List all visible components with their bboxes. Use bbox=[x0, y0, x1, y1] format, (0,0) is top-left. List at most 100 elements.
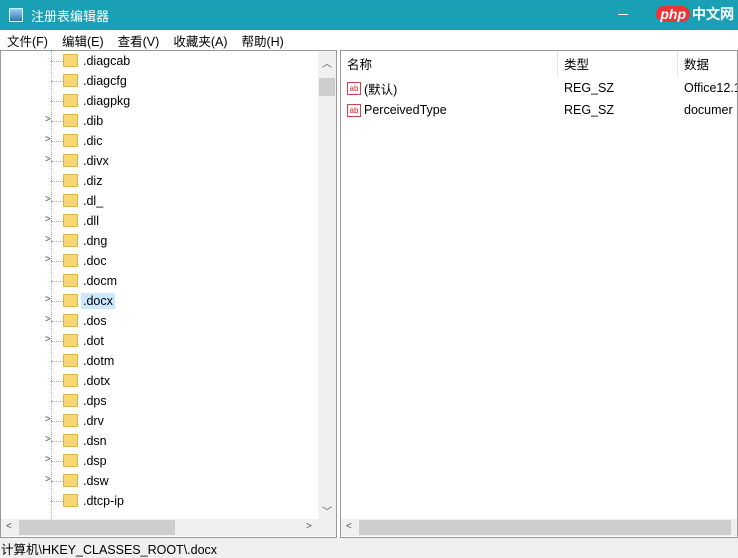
tree-horizontal-scrollbar[interactable]: < > bbox=[1, 519, 336, 536]
scroll-thumb[interactable] bbox=[319, 78, 335, 96]
folder-icon bbox=[63, 394, 78, 407]
values-horizontal-scrollbar[interactable]: < bbox=[341, 519, 737, 536]
menu-file[interactable]: 文件(F) bbox=[0, 31, 55, 50]
tree-item-label[interactable]: .docm bbox=[81, 273, 119, 289]
tree-item-label[interactable]: .dotm bbox=[81, 353, 116, 369]
expand-chevron-icon[interactable]: > bbox=[45, 194, 51, 205]
expand-chevron-icon[interactable]: > bbox=[45, 214, 51, 225]
tree-item-label[interactable]: .diagcfg bbox=[81, 73, 129, 89]
folder-icon bbox=[63, 374, 78, 387]
tree-line bbox=[51, 121, 63, 122]
tree-line bbox=[51, 441, 63, 442]
expand-chevron-icon[interactable]: > bbox=[45, 134, 51, 145]
tree-item-label[interactable]: .doc bbox=[81, 253, 109, 269]
status-bar: 计算机\HKEY_CLASSES_ROOT\.docx bbox=[0, 538, 738, 558]
expand-chevron-icon[interactable]: > bbox=[45, 154, 51, 165]
tree-line bbox=[51, 421, 63, 422]
tree-line bbox=[51, 301, 63, 302]
menu-help[interactable]: 帮助(H) bbox=[234, 31, 290, 50]
scroll-up-icon[interactable]: ︿ bbox=[322, 55, 332, 70]
value-type: REG_SZ bbox=[564, 103, 615, 117]
expand-chevron-icon[interactable]: > bbox=[45, 254, 51, 265]
expand-chevron-icon[interactable]: > bbox=[45, 294, 51, 305]
tree-item-label[interactable]: .dib bbox=[81, 113, 105, 129]
folder-icon bbox=[63, 414, 78, 427]
expand-chevron-icon[interactable]: > bbox=[45, 234, 51, 245]
column-header-data[interactable]: 数据 bbox=[678, 51, 737, 75]
folder-icon bbox=[63, 114, 78, 127]
folder-icon bbox=[63, 194, 78, 207]
window-title: 注册表编辑器 bbox=[31, 8, 110, 24]
tree-item-label[interactable]: .dsn bbox=[81, 433, 109, 449]
tree-item-label[interactable]: .dng bbox=[81, 233, 109, 249]
tree-item-label[interactable]: .diz bbox=[81, 173, 104, 189]
value-data: Office12.1 bbox=[684, 81, 738, 95]
tree-line bbox=[51, 341, 63, 342]
tree-item-label[interactable]: .dl_ bbox=[81, 193, 105, 209]
minimize-button[interactable] bbox=[618, 14, 628, 15]
menu-favorites[interactable]: 收藏夹(A) bbox=[166, 31, 234, 50]
tree-item-label[interactable]: .diagcab bbox=[81, 53, 132, 69]
folder-icon bbox=[63, 74, 78, 87]
tree-item-label[interactable]: .dotx bbox=[81, 373, 112, 389]
folder-icon bbox=[63, 174, 78, 187]
tree-item-label[interactable]: .dtcp-ip bbox=[81, 493, 126, 509]
expand-chevron-icon[interactable]: > bbox=[45, 114, 51, 125]
tree-item-label[interactable]: .diagpkg bbox=[81, 93, 132, 109]
tree-item-label[interactable]: .dic bbox=[81, 133, 104, 149]
tree-item-label[interactable]: .drv bbox=[81, 413, 106, 429]
tree-item-label[interactable]: .dll bbox=[81, 213, 101, 229]
tree-line bbox=[51, 101, 63, 102]
scroll-left-icon[interactable]: < bbox=[6, 521, 12, 532]
tree-item-label[interactable]: .dps bbox=[81, 393, 109, 409]
tree-line bbox=[51, 201, 63, 202]
folder-icon bbox=[63, 494, 78, 507]
folder-icon bbox=[63, 434, 78, 447]
tree-line bbox=[51, 281, 63, 282]
expand-chevron-icon[interactable]: > bbox=[45, 454, 51, 465]
tree-item-label[interactable]: .dot bbox=[81, 333, 106, 349]
expand-chevron-icon[interactable]: > bbox=[45, 414, 51, 425]
scroll-left-icon[interactable]: < bbox=[346, 521, 352, 532]
tree-item-label[interactable]: .dsp bbox=[81, 453, 109, 469]
scroll-thumb[interactable] bbox=[359, 520, 731, 535]
expand-chevron-icon[interactable]: > bbox=[45, 474, 51, 485]
folder-icon bbox=[63, 454, 78, 467]
tree-line bbox=[51, 381, 63, 382]
folder-icon bbox=[63, 474, 78, 487]
folder-icon bbox=[63, 94, 78, 107]
tree-line bbox=[51, 361, 63, 362]
tree-item-label[interactable]: .divx bbox=[81, 153, 111, 169]
expand-chevron-icon[interactable]: > bbox=[45, 334, 51, 345]
expand-chevron-icon[interactable]: > bbox=[45, 314, 51, 325]
tree-item-label[interactable]: .dsw bbox=[81, 473, 111, 489]
folder-icon bbox=[63, 294, 78, 307]
title-bar: 注册表编辑器 php 中文网 bbox=[0, 0, 738, 30]
tree-line bbox=[51, 461, 63, 462]
tree-line bbox=[51, 401, 63, 402]
tree-vertical-scrollbar[interactable]: ︿ ﹀ bbox=[318, 51, 336, 519]
column-header-type[interactable]: 类型 bbox=[558, 51, 678, 75]
string-value-icon: ab bbox=[347, 103, 361, 117]
column-header-name[interactable]: 名称 bbox=[341, 51, 558, 75]
scroll-thumb[interactable] bbox=[19, 520, 175, 535]
value-data: documer bbox=[684, 103, 733, 117]
tree-line bbox=[51, 221, 63, 222]
folder-icon bbox=[63, 234, 78, 247]
value-name: (默认) bbox=[364, 82, 398, 97]
regedit-icon bbox=[9, 8, 23, 22]
folder-icon bbox=[63, 154, 78, 167]
tree-item-label[interactable]: .docx bbox=[81, 293, 115, 309]
menu-edit[interactable]: 编辑(E) bbox=[55, 31, 111, 50]
scroll-right-icon[interactable]: > bbox=[306, 521, 312, 532]
expand-chevron-icon[interactable]: > bbox=[45, 434, 51, 445]
folder-icon bbox=[63, 54, 78, 67]
string-value-icon: ab bbox=[347, 81, 361, 95]
menu-view[interactable]: 查看(V) bbox=[111, 31, 167, 50]
folder-icon bbox=[63, 354, 78, 367]
folder-icon bbox=[63, 214, 78, 227]
scroll-down-icon[interactable]: ﹀ bbox=[322, 503, 332, 518]
tree-line bbox=[51, 81, 63, 82]
tree-item-label[interactable]: .dos bbox=[81, 313, 109, 329]
tree-line bbox=[51, 481, 63, 482]
